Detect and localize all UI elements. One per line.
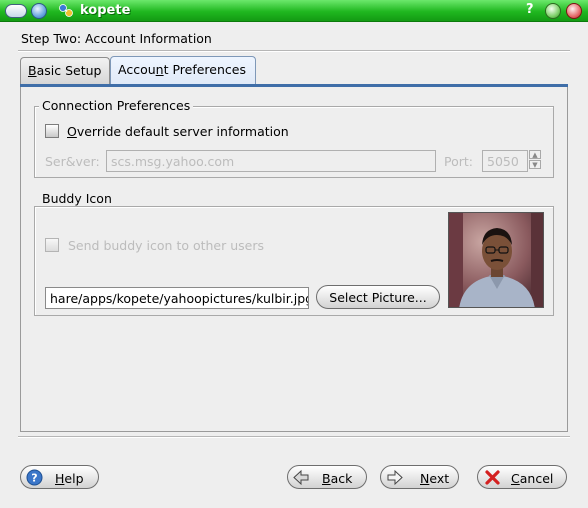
back-arrow-icon bbox=[293, 469, 309, 486]
tab-label-pre: Accou bbox=[118, 62, 156, 77]
tab-label: asic Setup bbox=[36, 63, 102, 78]
tab-accel: n bbox=[155, 62, 164, 77]
override-server-label[interactable]: Override default server information bbox=[67, 124, 289, 139]
override-accel: O bbox=[67, 124, 77, 139]
kopete-icon bbox=[59, 4, 73, 17]
help-label: Help bbox=[55, 471, 84, 486]
port-spin-down-icon[interactable]: ▼ bbox=[529, 160, 541, 169]
server-label: Ser&ver: bbox=[45, 154, 100, 169]
back-label: Back bbox=[322, 471, 353, 486]
override-text: verride default server information bbox=[76, 124, 289, 139]
override-server-checkbox[interactable] bbox=[45, 124, 59, 138]
help-titlebar-button[interactable]: ? bbox=[526, 2, 534, 17]
back-button[interactable]: Back bbox=[287, 465, 367, 489]
buddy-photo bbox=[448, 212, 544, 308]
title-bar: kopete ? bbox=[0, 0, 588, 22]
server-field[interactable]: scs.msg.yahoo.com bbox=[106, 150, 436, 172]
cancel-x-icon bbox=[485, 470, 500, 485]
footer-separator bbox=[18, 436, 570, 438]
cancel-button[interactable]: Cancel bbox=[477, 465, 567, 489]
connection-group-title: Connection Preferences bbox=[39, 98, 194, 113]
tab-account-preferences[interactable]: Account Preferences bbox=[110, 56, 256, 86]
header-separator bbox=[18, 50, 570, 52]
next-label: Next bbox=[420, 471, 450, 486]
send-buddy-icon-label: Send buddy icon to other users bbox=[68, 238, 265, 253]
port-label: Port: bbox=[444, 154, 473, 169]
picture-path-field[interactable]: hare/apps/kopete/yahoopictures/kulbir.jp… bbox=[45, 287, 309, 309]
window-menu-button[interactable] bbox=[5, 4, 27, 18]
window-title: kopete bbox=[80, 3, 131, 18]
svg-text:?: ? bbox=[31, 472, 37, 485]
port-field[interactable]: 5050 bbox=[482, 150, 528, 172]
tab-accel: B bbox=[28, 63, 37, 78]
close-button[interactable] bbox=[566, 3, 582, 19]
port-spin-up-icon[interactable]: ▲ bbox=[529, 150, 541, 159]
tab-label: t Preferences bbox=[163, 62, 246, 77]
minimize-button[interactable] bbox=[545, 3, 561, 19]
send-buddy-icon-checkbox[interactable] bbox=[45, 238, 59, 252]
buddy-group-title: Buddy Icon bbox=[39, 191, 115, 206]
help-icon: ? bbox=[26, 469, 43, 486]
buddy-photo-image bbox=[449, 213, 543, 307]
help-button[interactable]: ? Help bbox=[20, 465, 99, 489]
next-arrow-icon bbox=[387, 469, 403, 486]
select-picture-button[interactable]: Select Picture... bbox=[316, 285, 440, 309]
kopete-window: kopete ? Step Two: Account Information B… bbox=[0, 0, 588, 508]
tab-basic-setup[interactable]: Basic Setup bbox=[20, 57, 110, 84]
sticky-button[interactable] bbox=[31, 3, 47, 19]
cancel-label: Cancel bbox=[511, 471, 554, 486]
next-button[interactable]: Next bbox=[380, 465, 459, 489]
step-title: Step Two: Account Information bbox=[21, 31, 212, 46]
